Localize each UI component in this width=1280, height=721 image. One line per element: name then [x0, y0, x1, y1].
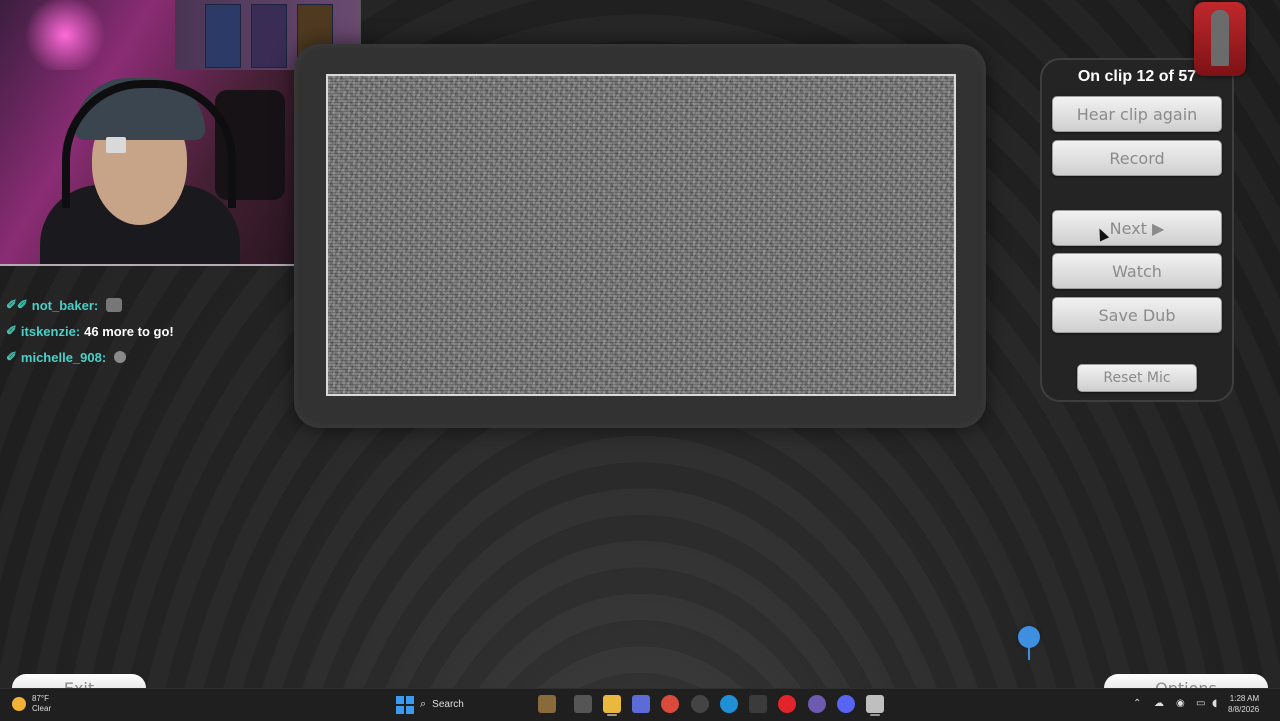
chat-username: itskenzie: [20, 323, 81, 339]
chat-badge-icon: ✐✐ [6, 297, 28, 312]
obs-icon[interactable] [808, 695, 826, 713]
system-clock[interactable]: 1:28 AM 8/8/2026 [1228, 693, 1259, 715]
chat-message: ✐ michelle_908: [6, 344, 174, 370]
clock-time: 1:28 AM [1229, 694, 1260, 703]
active-app-indicator [607, 714, 617, 716]
task-view-icon[interactable] [574, 695, 592, 713]
hear-clip-again-button[interactable]: Hear clip again [1052, 96, 1222, 132]
poster [205, 4, 241, 68]
tray-app-icon[interactable]: ◉ [1176, 698, 1185, 709]
file-explorer-icon[interactable] [603, 695, 621, 713]
weather-temperature: 87°F [32, 694, 49, 703]
chat-username: not_baker: [31, 297, 99, 313]
record-button[interactable]: Record [1052, 140, 1222, 176]
weather-condition: Clear [32, 704, 52, 713]
widget-cat-icon[interactable] [538, 695, 556, 713]
edge-icon[interactable] [720, 695, 738, 713]
active-app-indicator [870, 714, 880, 716]
notepad-icon[interactable] [866, 695, 884, 713]
chat-message: ✐ itskenzie: 46 more to go! [6, 318, 174, 344]
figure-icon [1211, 10, 1229, 66]
moon-weather-icon [12, 697, 26, 711]
search-icon: ⌕ [420, 697, 427, 710]
chat-text: 46 more to go! [84, 323, 174, 339]
chat-message: ✐✐ not_baker: [6, 292, 174, 318]
store-icon[interactable] [749, 695, 767, 713]
search-label: Search [432, 698, 464, 710]
chat-badge-icon: ✐ [6, 323, 17, 338]
headphones [62, 80, 236, 208]
save-dub-button[interactable]: Save Dub [1052, 297, 1222, 333]
media-player-icon[interactable] [778, 695, 796, 713]
volume-icon[interactable]: ◖ [1212, 698, 1217, 709]
mic-indicator-stem [1028, 646, 1030, 660]
chevron-up-icon[interactable]: ⌃ [1133, 698, 1141, 709]
watch-button[interactable]: Watch [1052, 253, 1222, 289]
copilot-icon[interactable] [632, 695, 650, 713]
pink-light [20, 0, 110, 70]
onedrive-icon[interactable]: ☁ [1154, 698, 1164, 709]
stream-chat: ✐✐ not_baker: ✐ itskenzie: 46 more to go… [6, 292, 174, 370]
reset-mic-button[interactable]: Reset Mic [1077, 364, 1197, 392]
weather-widget[interactable]: 87°F Clear [12, 694, 51, 714]
network-icon[interactable]: ▭ [1196, 698, 1205, 709]
discord-icon[interactable] [837, 695, 855, 713]
steam-icon[interactable] [691, 695, 709, 713]
poster [251, 4, 287, 68]
emote-icon [114, 351, 127, 363]
mic-indicator-icon [1018, 626, 1040, 648]
video-static-screen [326, 74, 956, 396]
windows-start-icon[interactable] [396, 696, 414, 714]
chat-badge-icon: ✐ [6, 349, 17, 364]
chat-username: michelle_908: [20, 349, 107, 365]
emote-icon [106, 298, 123, 312]
chrome-icon[interactable] [661, 695, 679, 713]
clock-date: 8/8/2026 [1228, 705, 1260, 714]
next-button[interactable]: Next ▶ [1052, 210, 1222, 246]
